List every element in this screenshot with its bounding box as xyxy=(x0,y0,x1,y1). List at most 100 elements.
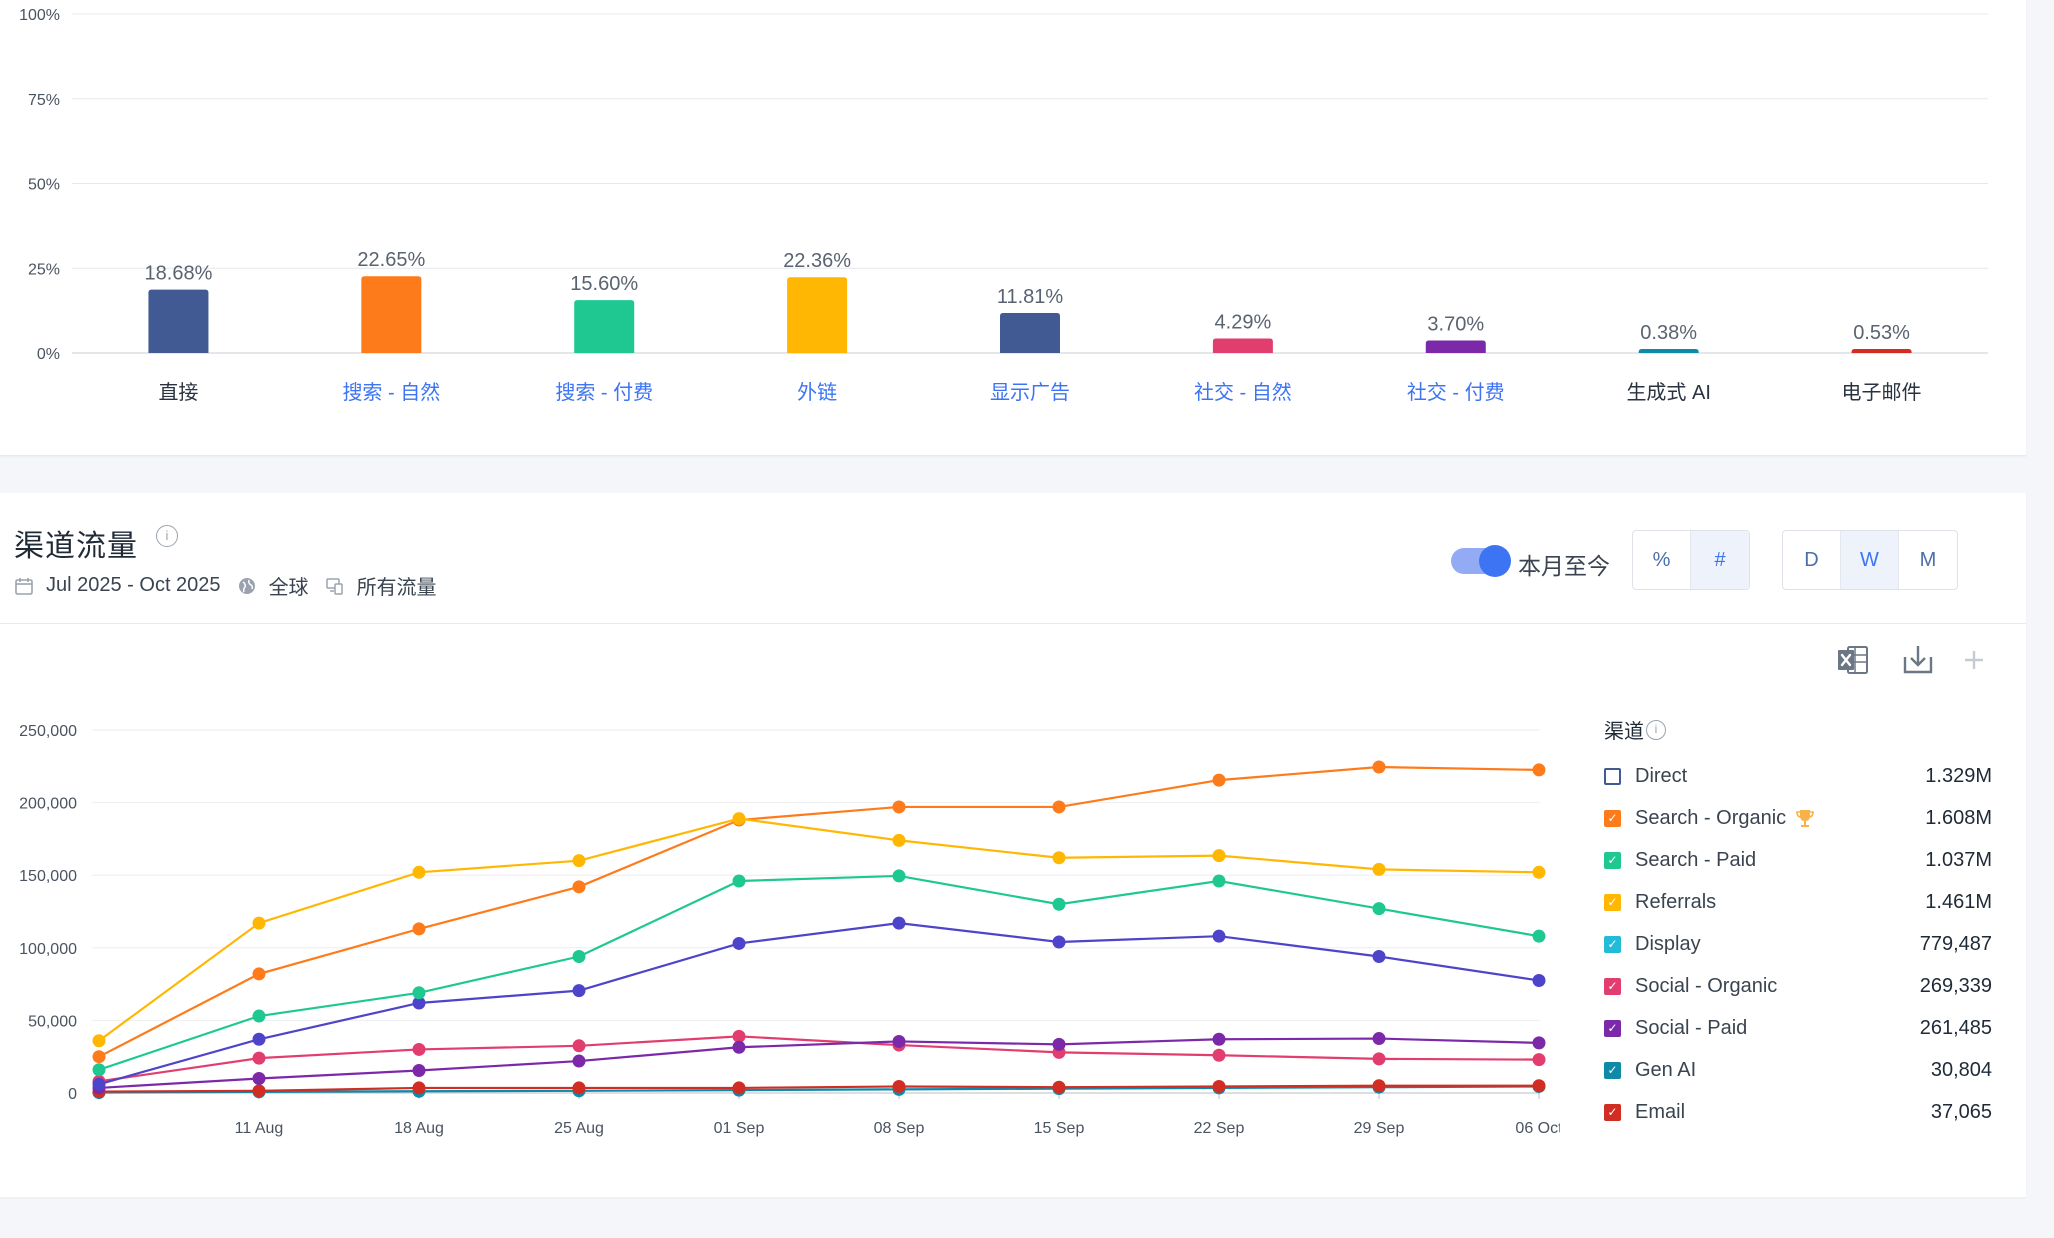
series-path xyxy=(98,1037,1540,1090)
data-point xyxy=(1372,1032,1386,1046)
bar-value-label: 11.81% xyxy=(997,286,1064,308)
bar-category-label[interactable]: 外链 xyxy=(797,381,837,404)
data-point xyxy=(1052,851,1066,865)
data-point xyxy=(252,1084,266,1098)
y-tick-label: 0% xyxy=(37,346,60,363)
legend-item-name: Gen AI xyxy=(1635,1058,1697,1081)
data-point xyxy=(1052,1080,1066,1094)
bar-value-label: 18.68% xyxy=(145,263,213,285)
legend-item[interactable]: ✓ Gen AI 30,804 xyxy=(1604,1049,1992,1091)
bar-category-label[interactable]: 搜索 - 自然 xyxy=(342,381,440,404)
channel-legend: 渠道 i Direct 1.329M ✓ Search - Organic 1.608M… xyxy=(1604,715,1992,1133)
data-point xyxy=(572,1039,586,1053)
legend-checkbox[interactable] xyxy=(1604,767,1621,785)
legend-checkbox[interactable]: ✓ xyxy=(1604,809,1621,827)
percent-mode-button[interactable]: % xyxy=(1633,531,1691,589)
excel-icon[interactable] xyxy=(1836,643,1870,677)
x-tick-label: 11 Aug xyxy=(235,1120,284,1137)
legend-item-name: Search - Paid xyxy=(1635,848,1757,871)
bar-value-label: 15.60% xyxy=(570,273,638,295)
data-point xyxy=(572,1054,586,1068)
bar xyxy=(1851,349,1912,353)
legend-item-value: 37,065 xyxy=(1930,1100,1992,1123)
data-point xyxy=(572,854,586,868)
bar xyxy=(361,276,422,353)
legend-item[interactable]: ✓ Display 779,487 xyxy=(1604,923,1992,965)
y-tick-label: 250,000 xyxy=(19,723,77,740)
series-path xyxy=(98,922,1540,1086)
trophy-icon xyxy=(1796,810,1814,827)
legend-checkbox[interactable]: ✓ xyxy=(1604,977,1621,995)
x-tick-label: 25 Aug xyxy=(554,1120,604,1137)
data-point xyxy=(1052,897,1066,911)
legend-checkbox[interactable]: ✓ xyxy=(1604,851,1621,869)
y-tick-label: 200,000 xyxy=(19,796,77,813)
legend-item[interactable]: ✓ Search - Paid 1.037M xyxy=(1604,839,1992,881)
bar xyxy=(1212,338,1273,353)
legend-info-icon[interactable]: i xyxy=(1646,719,1666,740)
data-point xyxy=(1372,950,1386,964)
bar-value-label: 0.38% xyxy=(1640,322,1697,344)
legend-item-value: 1.461M xyxy=(1925,890,1992,913)
legend-checkbox[interactable]: ✓ xyxy=(1604,1061,1621,1079)
legend-item[interactable]: ✓ Referrals 1.461M xyxy=(1604,881,1992,923)
legend-checkbox[interactable]: ✓ xyxy=(1604,1019,1621,1037)
bar-category-label[interactable]: 社交 - 付费 xyxy=(1407,381,1505,404)
granularity-selector: D W M xyxy=(1782,530,1958,590)
series-line xyxy=(92,812,1546,1048)
data-point xyxy=(572,984,586,998)
legend-item[interactable]: Direct 1.329M xyxy=(1604,755,1992,797)
data-point xyxy=(252,967,266,981)
x-tick-label: 01 Sep xyxy=(714,1120,765,1137)
bar-category-label[interactable]: 社交 - 自然 xyxy=(1194,381,1292,404)
data-point xyxy=(412,865,426,879)
number-mode-button[interactable]: # xyxy=(1691,531,1749,589)
data-point xyxy=(92,1050,106,1064)
legend-item-name: Social - Paid xyxy=(1635,1016,1748,1039)
download-icon[interactable] xyxy=(1901,643,1935,677)
data-point xyxy=(1212,1048,1226,1062)
x-tick-label: 29 Sep xyxy=(1354,1120,1405,1137)
legend-item-value: 779,487 xyxy=(1919,932,1992,955)
data-point xyxy=(1052,935,1066,949)
data-point xyxy=(892,1034,906,1048)
legend-item-name: Direct xyxy=(1635,764,1688,787)
y-tick-label: 50,000 xyxy=(28,1013,77,1030)
y-tick-label: 100,000 xyxy=(19,941,77,958)
legend-checkbox[interactable]: ✓ xyxy=(1604,893,1621,911)
legend-item[interactable]: ✓ Email 37,065 xyxy=(1604,1091,1992,1133)
data-point xyxy=(1532,929,1546,943)
bar-category-label[interactable]: 显示广告 xyxy=(990,381,1070,404)
legend-item[interactable]: ✓ Search - Organic 1.608M xyxy=(1604,797,1992,839)
legend-item-value: 261,485 xyxy=(1919,1016,1992,1039)
plus-icon[interactable] xyxy=(1957,643,1991,677)
bar-category-label: 电子邮件 xyxy=(1842,381,1922,404)
bar-category-label: 生成式 AI xyxy=(1626,381,1710,404)
bar-category-label[interactable]: 搜索 - 付费 xyxy=(555,381,653,404)
legend-item-value: 30,804 xyxy=(1930,1058,1992,1081)
x-tick-label: 22 Sep xyxy=(1194,1120,1245,1137)
data-point xyxy=(1212,929,1226,943)
legend-item[interactable]: ✓ Social - Paid 261,485 xyxy=(1604,1007,1992,1049)
daily-button[interactable]: D xyxy=(1783,531,1841,589)
data-point xyxy=(732,1081,746,1095)
legend-item[interactable]: ✓ Social - Organic 269,339 xyxy=(1604,965,1992,1007)
legend-item-value: 269,339 xyxy=(1919,974,1992,997)
y-tick-label: 0 xyxy=(68,1086,77,1103)
data-point xyxy=(1372,760,1386,774)
x-tick-label: 15 Sep xyxy=(1034,1120,1085,1137)
legend-checkbox[interactable]: ✓ xyxy=(1604,1103,1621,1121)
data-point xyxy=(1212,773,1226,787)
monthly-button[interactable]: M xyxy=(1899,531,1957,589)
bar-category-label: 直接 xyxy=(158,381,198,404)
y-tick-label: 150,000 xyxy=(19,868,77,885)
weekly-button[interactable]: W xyxy=(1841,531,1899,589)
legend-checkbox[interactable]: ✓ xyxy=(1604,935,1621,953)
bar xyxy=(1000,312,1060,353)
bar-value-label: 3.70% xyxy=(1427,313,1484,335)
channel-share-bar-chart: 100% 75% 50% 25% 0% 18.68% 直接 22.65% 搜索 - 自然 15.6… xyxy=(19,7,1988,404)
data-point xyxy=(1372,862,1386,876)
x-tick-label: 18 Aug xyxy=(394,1120,444,1137)
data-point xyxy=(1532,973,1546,987)
bar-value-label: 0.53% xyxy=(1853,322,1910,344)
